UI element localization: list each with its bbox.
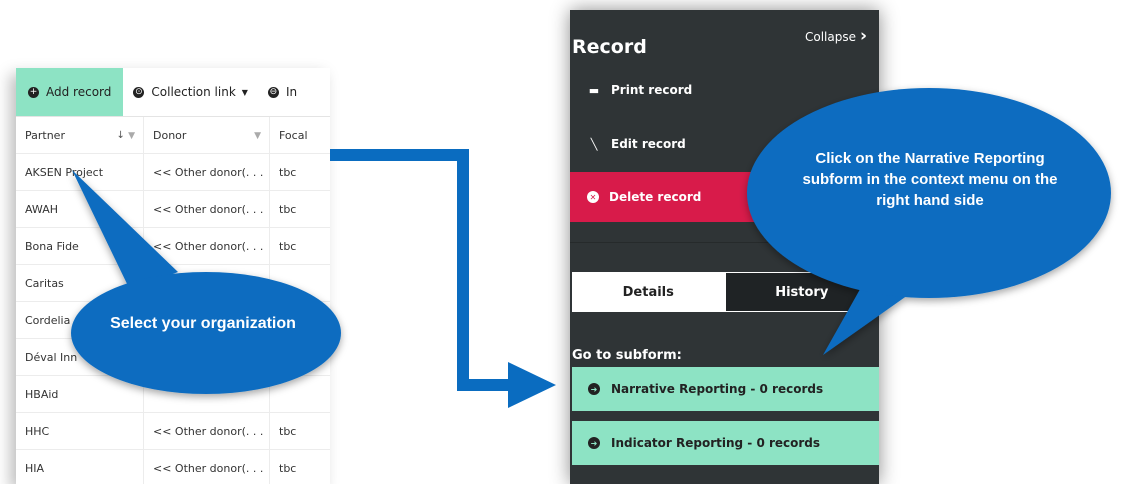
delete-circle-icon: ✕ (587, 191, 599, 203)
add-record-button[interactable]: + Add record (16, 68, 124, 116)
chevron-right-icon: › (860, 26, 868, 46)
records-table-panel: + Add record ⊙ Collection link ▼ ⊖ In Pa… (16, 68, 330, 484)
table-toolbar: + Add record ⊙ Collection link ▼ ⊖ In (16, 68, 330, 117)
collapse-button[interactable]: Collapse › (805, 26, 867, 46)
add-record-label: Add record (46, 85, 112, 99)
subform-narrative-label: Narrative Reporting - 0 records (611, 382, 824, 396)
table-row[interactable]: Bona Fide << Other donor(. . . tbc (16, 228, 330, 265)
table-row[interactable]: HHC << Other donor(. . . tbc (16, 413, 330, 450)
collapse-label: Collapse (805, 30, 856, 44)
import-button[interactable]: ⊖ In (258, 68, 307, 116)
column-header-partner[interactable]: Partner ↓ ▼ (16, 117, 144, 153)
import-circle-icon: ⊖ (267, 86, 279, 98)
column-header-donor[interactable]: Donor ▼ (144, 117, 270, 153)
table-header-row: Partner ↓ ▼ Donor ▼ Focal (16, 117, 330, 154)
collection-link-button[interactable]: ⊙ Collection link ▼ (123, 68, 258, 116)
collection-link-label: Collection link (151, 85, 236, 99)
sort-down-icon[interactable]: ↓ ▼ (117, 130, 135, 141)
subform-indicator-label: Indicator Reporting - 0 records (611, 436, 821, 450)
table-row[interactable]: Caritas (16, 265, 330, 302)
edit-record-label: Edit record (611, 137, 686, 151)
print-icon: ▬ (588, 83, 600, 97)
filter-icon[interactable]: ▼ (128, 131, 135, 141)
print-record-label: Print record (611, 83, 693, 97)
column-header-focal[interactable]: Focal (270, 117, 330, 153)
print-record-button[interactable]: ▬ Print record (570, 65, 879, 115)
arrow-circle-icon: ➜ (588, 437, 600, 449)
table-row[interactable]: Déval Inn (16, 339, 330, 376)
plus-circle-icon: + (28, 86, 39, 98)
table-row[interactable]: HBAid (16, 376, 330, 413)
tab-details[interactable]: Details (572, 272, 725, 312)
delete-record-label: Delete record (609, 190, 702, 204)
tab-history[interactable]: History (724, 272, 879, 312)
edit-icon: ╲ (590, 137, 598, 151)
subform-narrative-reporting[interactable]: ➜ Narrative Reporting - 0 records (572, 367, 879, 411)
chevron-down-icon: ▼ (241, 87, 248, 97)
link-circle-icon: ⊙ (133, 86, 145, 98)
subform-heading: Go to subform: (572, 348, 682, 363)
table-row[interactable]: AKSEN Project << Other donor(. . . tbc (16, 154, 330, 191)
arrow-circle-icon: ➜ (588, 383, 600, 395)
subform-indicator-reporting[interactable]: ➜ Indicator Reporting - 0 records (572, 421, 879, 465)
table-row[interactable]: HIA << Other donor(. . . tbc (16, 450, 330, 484)
filter-icon[interactable]: ▼ (254, 131, 261, 141)
record-panel: Record Collapse › ▬ Print record ╲ Edit r… (570, 10, 879, 484)
table-row[interactable]: AWAH << Other donor(. . . tbc (16, 191, 330, 228)
record-tabs: Details History (572, 272, 879, 312)
callout-right-text: Click on the Narrative Reporting subform… (802, 150, 1058, 209)
connector-arrow (330, 149, 556, 408)
import-label: In (285, 85, 298, 99)
callout-left-text: Select your organization (110, 315, 296, 332)
records-table: Partner ↓ ▼ Donor ▼ Focal AKSEN Project … (16, 117, 330, 484)
record-title: Record (572, 36, 647, 58)
